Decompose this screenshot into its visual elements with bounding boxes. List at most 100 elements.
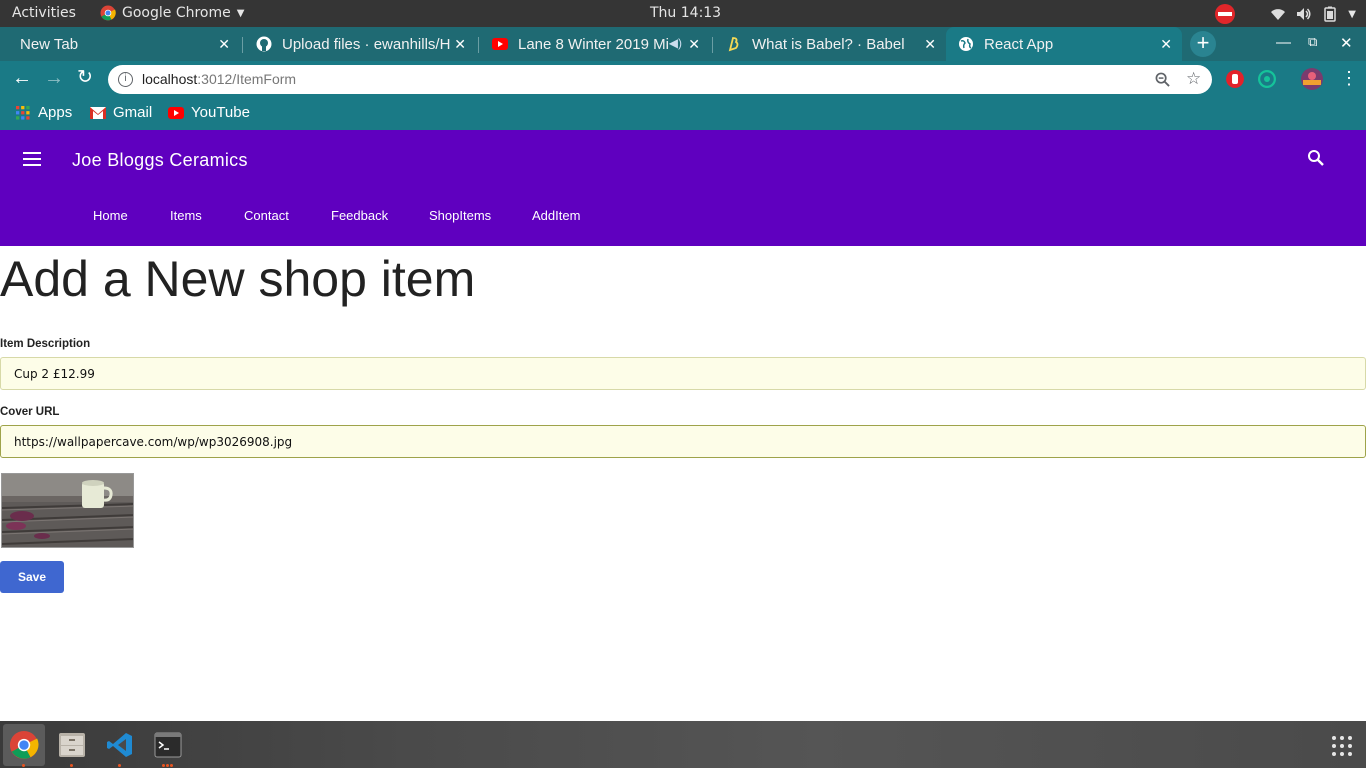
running-indicator [70,764,73,767]
app-menu[interactable]: Google Chrome ▼ [100,5,244,21]
nav-link-feedback[interactable]: Feedback [331,208,388,223]
github-icon [256,36,272,52]
page-title: Add a New shop item [0,251,476,307]
reload-icon[interactable]: ↻ [77,67,93,89]
cup-image [2,474,133,547]
nav-link-contact[interactable]: Contact [244,208,289,223]
url-text[interactable]: localhost:3012/ItemForm [142,71,296,87]
do-not-disturb-icon [1215,4,1236,24]
running-indicator [22,764,25,767]
browser-toolbar: ← → ↻ i localhost:3012/ItemForm ☆ ⋮ [0,61,1366,149]
dock-files[interactable] [51,724,93,767]
maximize-icon[interactable]: ⧉ [1308,34,1317,50]
item-description-input[interactable] [0,357,1366,390]
bookmark-label: Apps [38,104,73,121]
taskbar-dock [0,721,1366,768]
cover-image-preview [1,473,134,548]
forward-arrow-icon[interactable]: → [44,67,64,89]
url-path: :3012/ItemForm [197,71,297,87]
brand-title: Joe Bloggs Ceramics [72,150,248,170]
minimize-icon[interactable]: — [1276,34,1291,51]
save-button[interactable]: Save [0,561,64,593]
tab-babel[interactable]: What is Babel? · Babel ✕ [716,27,946,61]
tab-new-tab[interactable]: New Tab ✕ [8,27,240,61]
nav-link-items[interactable]: Items [170,208,202,223]
wifi-icon [1271,9,1286,20]
nav-link-home[interactable]: Home [93,208,128,223]
close-icon[interactable]: ✕ [454,36,466,53]
cover-url-input[interactable] [0,425,1366,458]
extension-grammarly-icon[interactable] [1258,70,1276,88]
tab-divider [478,37,479,53]
bookmark-label: Gmail [113,104,153,121]
tab-strip: New Tab ✕ Upload files · ewanhills/H ✕ L… [0,27,1366,61]
back-arrow-icon[interactable]: ← [12,67,32,89]
clock[interactable]: Thu 14:13 [650,5,721,21]
dock-vscode[interactable] [99,724,141,767]
youtube-icon [168,106,184,119]
activities-button[interactable]: Activities [12,5,76,21]
bookmark-apps[interactable]: Apps [15,104,72,121]
chrome-icon [100,5,116,21]
close-icon[interactable]: ✕ [924,36,936,53]
tab-title: New Tab [20,35,79,53]
tab-title: Upload files · ewanhills/H [282,35,451,53]
tab-upload-files[interactable]: Upload files · ewanhills/H ✕ [246,27,476,61]
volume-icon [1297,8,1311,20]
battery-icon [1324,6,1337,22]
extension-hand-icon[interactable] [1226,70,1244,88]
chevron-down-icon: ▼ [236,7,245,19]
chrome-icon [9,730,39,760]
site-info-icon[interactable]: i [118,72,133,87]
vscode-icon [107,733,132,757]
tab-title: Lane 8 Winter 2019 Mi [518,35,668,53]
bookmark-gmail[interactable]: Gmail [90,104,152,121]
terminal-icon [154,732,182,758]
dock-chrome[interactable] [3,724,45,767]
tab-divider [712,37,713,53]
app-header: Joe Bloggs Ceramics Home Items Contact F… [0,130,1366,246]
address-bar[interactable]: i localhost:3012/ItemForm ☆ [108,65,1212,94]
running-indicator [162,764,165,767]
bookmark-label: YouTube [191,104,250,121]
close-icon[interactable]: ✕ [1160,36,1172,53]
youtube-icon [492,38,508,50]
close-icon[interactable]: ✕ [688,36,700,53]
show-applications-icon[interactable] [1331,735,1353,757]
babel-icon [728,37,739,52]
audio-playing-icon[interactable]: ◀) [669,36,682,50]
search-icon[interactable] [1307,149,1325,167]
bookmark-youtube[interactable]: YouTube [168,104,250,121]
profile-avatar[interactable] [1301,68,1323,90]
cover-url-label: Cover URL [0,406,60,418]
tab-title: React App [984,35,1054,53]
tab-title: What is Babel? · Babel [752,35,905,53]
bookmark-star-icon[interactable]: ☆ [1186,69,1201,89]
power-menu-chevron-icon: ▼ [1348,8,1356,20]
new-tab-button[interactable]: + [1190,31,1216,57]
file-cabinet-icon [59,733,85,757]
gmail-icon [90,106,106,119]
close-icon[interactable]: ✕ [218,36,230,53]
item-description-label: Item Description [0,338,91,350]
nav-link-shopitems[interactable]: ShopItems [429,208,491,223]
running-indicator [118,764,121,767]
nav-link-additem[interactable]: AddItem [532,208,580,223]
system-top-bar: Activities Google Chrome ▼ Thu 14:13 ▼ [0,0,1366,27]
apps-grid-icon [16,105,30,120]
more-menu-icon[interactable]: ⋮ [1340,67,1358,89]
hamburger-menu-icon[interactable] [23,152,41,166]
close-window-icon[interactable]: ✕ [1340,34,1353,52]
tab-react-app[interactable]: React App ✕ [946,27,1182,61]
app-name: Google Chrome [122,5,231,21]
running-indicator [166,764,169,767]
tab-divider [242,37,243,53]
system-tray[interactable]: ▼ [1214,3,1356,25]
url-host: localhost [142,71,198,87]
globe-icon [959,37,973,51]
running-indicator [170,764,173,767]
dock-terminal[interactable] [147,724,189,767]
zoom-icon[interactable] [1155,72,1170,87]
tab-lane-8[interactable]: Lane 8 Winter 2019 Mi ◀) ✕ [482,27,710,61]
bookmarks-bar: Apps Gmail YouTube [0,97,1366,130]
